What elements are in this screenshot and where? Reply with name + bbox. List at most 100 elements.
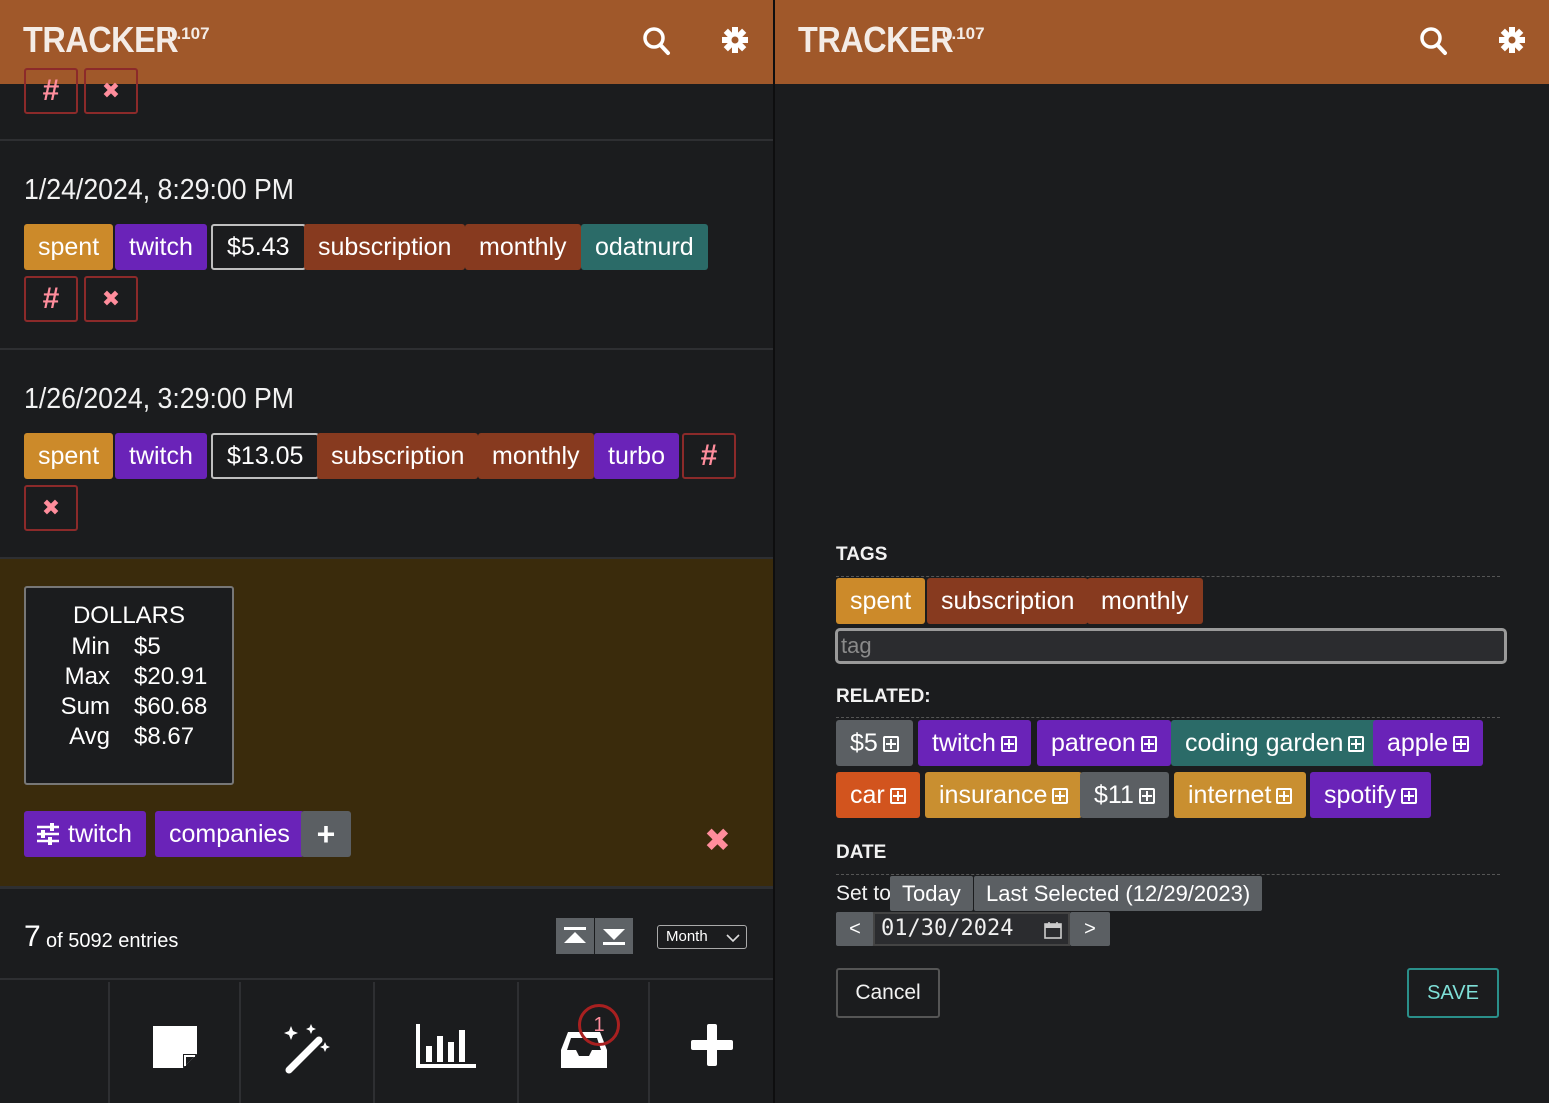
related-chip[interactable]: $11 [1080, 772, 1169, 818]
tag-chip[interactable]: odatnurd [581, 224, 708, 270]
bar-chart-icon [416, 1024, 476, 1068]
app-header: TRACKER 0.107 [775, 0, 1549, 84]
hash-button[interactable]: # [24, 68, 78, 114]
related-chip[interactable]: insurance [925, 772, 1083, 818]
add-square-icon [1140, 736, 1157, 752]
hash-button[interactable]: # [24, 276, 78, 322]
tag-chip[interactable]: monthly [478, 433, 594, 479]
tag-chip[interactable]: subscription [317, 433, 479, 479]
add-square-icon [1000, 736, 1017, 752]
related-chip[interactable]: apple [1373, 720, 1484, 766]
stats-label: Max [64, 663, 110, 690]
tags-label: TAGS [836, 544, 888, 565]
inbox-badge: 1 [578, 1004, 620, 1046]
nav-notes[interactable] [108, 982, 239, 1103]
tag-chip[interactable]: monthly [465, 224, 581, 270]
tag-chip[interactable]: turbo [594, 433, 679, 479]
add-square-icon [1348, 736, 1365, 752]
delete-button[interactable]: ✖ [84, 68, 138, 114]
tag-chip[interactable]: twitch [115, 433, 207, 479]
plus-icon [690, 1024, 733, 1066]
nav-magic[interactable] [239, 982, 373, 1103]
delete-button[interactable]: ✖ [84, 276, 138, 322]
bottom-nav: 1 [0, 982, 773, 1103]
delete-button[interactable]: ✖ [24, 485, 78, 531]
stats-label: Sum [60, 693, 110, 720]
filter-chip[interactable]: companies [155, 811, 304, 857]
related-chip[interactable]: coding garden [1171, 720, 1379, 766]
jump-bottom-button[interactable] [595, 918, 633, 954]
list-item[interactable]: 1/26/2024, 3:29:00 PM spent twitch $13.0… [0, 350, 773, 559]
add-square-icon [1401, 788, 1418, 804]
chevron-down-icon [726, 934, 740, 943]
related-chip-label: insurance [939, 781, 1048, 809]
divider [836, 576, 1500, 577]
tag-chip[interactable]: spent [836, 578, 926, 624]
app-version: 0.107 [167, 24, 210, 43]
stats-value: $20.91 [134, 663, 208, 690]
period-select-value: Month [666, 928, 708, 945]
add-square-icon [1138, 788, 1155, 804]
related-chip-label: patreon [1051, 729, 1136, 757]
entries-pane: TRACKER 0.107 # ✖ 1/24/2024, 8:29:00 PM … [0, 0, 773, 1103]
divider [836, 874, 1500, 875]
today-button[interactable]: Today [890, 876, 973, 911]
next-day-button[interactable]: > [1070, 912, 1110, 946]
amount-chip[interactable]: $13.05 [211, 433, 320, 479]
list-item[interactable]: 1/24/2024, 8:29:00 PM spent twitch $5.43… [0, 141, 773, 350]
related-chip-label: apple [1387, 729, 1449, 757]
related-chip[interactable]: car [836, 772, 920, 818]
sliders-icon [37, 823, 59, 845]
related-label: RELATED: [836, 686, 931, 707]
date-label: DATE [836, 842, 887, 863]
gear-icon[interactable] [1496, 24, 1528, 58]
gear-icon[interactable] [719, 24, 751, 58]
related-chip[interactable]: patreon [1037, 720, 1171, 766]
related-chip-label: twitch [932, 729, 996, 757]
amount-chip[interactable]: $5.43 [211, 224, 306, 270]
tag-chip[interactable]: twitch [115, 224, 207, 270]
nav-inbox[interactable]: 1 [517, 982, 648, 1103]
jump-top-button[interactable] [556, 918, 594, 954]
prev-day-button[interactable]: < [836, 912, 874, 946]
summary-panel: DOLLARS Min $5 Max $20.91 Sum $60.68 Avg $8.… [0, 559, 773, 889]
entry-count: 7 [24, 920, 41, 953]
related-chip-label: $11 [1094, 781, 1134, 809]
tag-chip[interactable]: subscription [304, 224, 466, 270]
list-item: # ✖ [0, 68, 773, 141]
filter-chip[interactable]: twitch [24, 811, 146, 857]
search-icon[interactable] [1418, 24, 1450, 58]
stats-box: DOLLARS Min $5 Max $20.91 Sum $60.68 Avg $8.… [24, 586, 234, 785]
tag-chip[interactable]: spent [24, 433, 114, 479]
stats-value: $60.68 [134, 693, 208, 720]
date-value: 01/30/2024 [881, 916, 1014, 941]
related-chip-label: internet [1188, 781, 1272, 809]
period-select[interactable]: Month [657, 925, 747, 949]
add-filter-button[interactable]: + [301, 811, 351, 857]
entry-total: of 5092 entries [46, 930, 179, 952]
related-chip[interactable]: $5 [836, 720, 913, 766]
app-version: 0.107 [942, 24, 985, 43]
close-icon[interactable]: ✖ [704, 821, 731, 859]
filter-chip-label: twitch [68, 820, 132, 848]
date-field[interactable]: 01/30/2024 [873, 912, 1070, 946]
last-selected-button[interactable]: Last Selected (12/29/2023) [974, 876, 1263, 911]
tag-chip[interactable]: monthly [1087, 578, 1203, 624]
related-chip[interactable]: internet [1174, 772, 1307, 818]
related-chip[interactable]: twitch [918, 720, 1031, 766]
divider [836, 717, 1500, 718]
nav-add[interactable] [648, 982, 773, 1103]
nav-stats[interactable] [373, 982, 517, 1103]
magic-wand-icon [284, 1024, 330, 1074]
related-chip[interactable]: spotify [1310, 772, 1432, 818]
tag-input[interactable]: tag [835, 628, 1507, 664]
tag-chip[interactable]: spent [24, 224, 114, 270]
entry-timestamp: 1/26/2024, 3:29:00 PM [24, 383, 294, 415]
save-button[interactable]: SAVE [1407, 968, 1499, 1018]
hash-button[interactable]: # [682, 433, 736, 479]
tag-chip[interactable]: subscription [927, 578, 1089, 624]
cancel-button[interactable]: Cancel [836, 968, 940, 1018]
search-icon[interactable] [641, 24, 673, 58]
set-to-label: Set to: [836, 882, 897, 905]
entry-timestamp: 1/24/2024, 8:29:00 PM [24, 174, 294, 206]
